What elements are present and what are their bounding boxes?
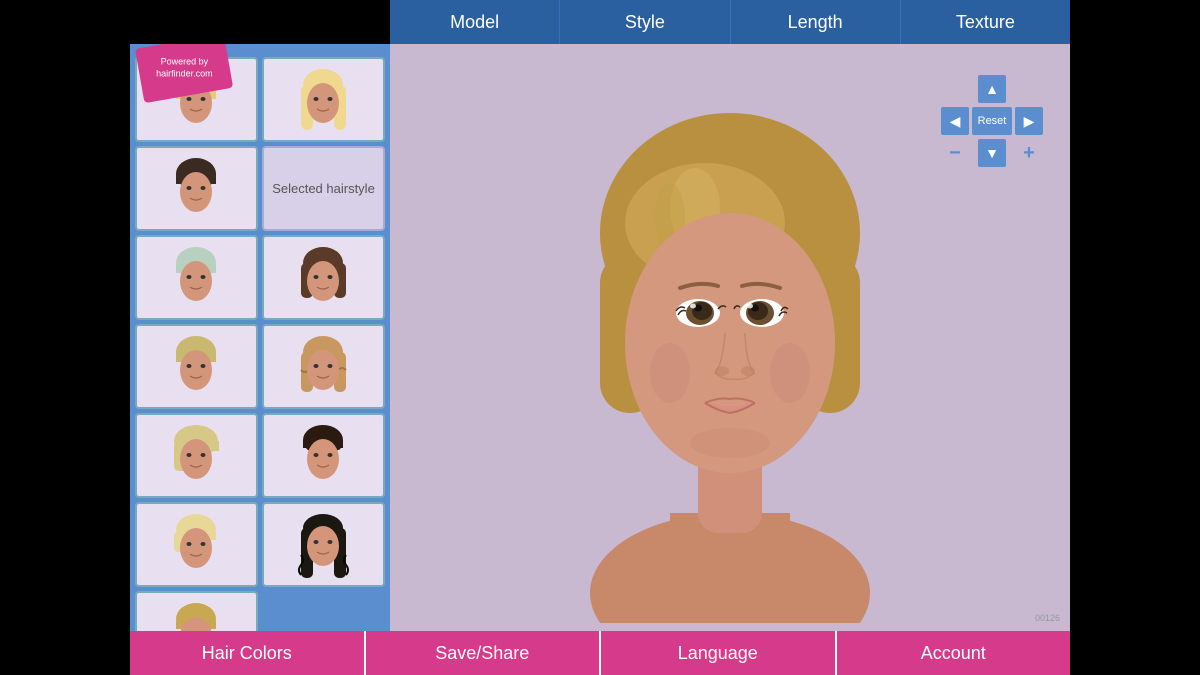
hairstyle-8[interactable] bbox=[262, 324, 385, 409]
hairstyle-grid: Selected hairstyle bbox=[135, 53, 385, 631]
tab-style[interactable]: Style bbox=[560, 0, 730, 44]
hairstyle-7[interactable] bbox=[135, 324, 258, 409]
hairstyle-13[interactable] bbox=[135, 591, 258, 631]
hairstyle-13-preview bbox=[169, 599, 224, 632]
main-content: Powered by hairfinder.com bbox=[130, 44, 1070, 631]
arrow-left-button[interactable]: ◀ bbox=[941, 107, 969, 135]
hairstyle-2-preview bbox=[296, 65, 351, 135]
hairstyle-11-preview bbox=[169, 510, 224, 580]
watermark: 00126 bbox=[1035, 613, 1060, 623]
arrow-up-button[interactable]: ▲ bbox=[978, 75, 1006, 103]
zoom-in-button[interactable]: + bbox=[1015, 139, 1043, 167]
arrow-down-button[interactable]: ▼ bbox=[978, 139, 1006, 167]
hairstyle-3-preview bbox=[169, 154, 224, 224]
hairstyle-2[interactable] bbox=[262, 57, 385, 142]
hairstyle-12[interactable] bbox=[262, 502, 385, 587]
tab-length[interactable]: Length bbox=[731, 0, 901, 44]
hairstyle-5[interactable] bbox=[135, 235, 258, 320]
hairstyle-6[interactable] bbox=[262, 235, 385, 320]
reset-button[interactable]: Reset bbox=[972, 107, 1012, 135]
face-illustration bbox=[540, 53, 920, 623]
main-face-preview bbox=[540, 53, 920, 623]
tab-language[interactable]: Language bbox=[601, 631, 837, 675]
top-nav-spacer bbox=[130, 0, 390, 44]
hairstyle-9[interactable] bbox=[135, 413, 258, 498]
bottom-navigation: Hair Colors Save/Share Language Account bbox=[130, 631, 1070, 675]
preview-area: ▲ ◀ Reset ▶ ▼ − + bbox=[390, 44, 1070, 631]
arrow-right-button[interactable]: ▶ bbox=[1015, 107, 1043, 135]
zoom-out-button[interactable]: − bbox=[941, 139, 969, 167]
tab-model[interactable]: Model bbox=[390, 0, 560, 44]
hairstyle-9-preview bbox=[169, 421, 224, 491]
top-navigation: Model Style Length Texture bbox=[130, 0, 1070, 44]
top-nav-tabs: Model Style Length Texture bbox=[390, 0, 1070, 44]
hairstyle-8-preview bbox=[296, 332, 351, 402]
hairstyle-10-preview bbox=[296, 421, 351, 491]
tab-account[interactable]: Account bbox=[837, 631, 1071, 675]
hairstyle-5-preview bbox=[169, 243, 224, 313]
tab-texture[interactable]: Texture bbox=[901, 0, 1070, 44]
tab-hair-colors[interactable]: Hair Colors bbox=[130, 631, 366, 675]
hairstyle-6-preview bbox=[296, 243, 351, 313]
navigation-arrows: ▲ ◀ Reset ▶ ▼ − + bbox=[940, 74, 1050, 164]
hairstyle-sidebar: Powered by hairfinder.com bbox=[130, 44, 390, 631]
hairstyle-3[interactable] bbox=[135, 146, 258, 231]
tab-save-share[interactable]: Save/Share bbox=[366, 631, 602, 675]
hairstyle-12-preview bbox=[296, 510, 351, 580]
hairstyle-11[interactable] bbox=[135, 502, 258, 587]
hairstyle-7-preview bbox=[169, 332, 224, 402]
hairstyle-10[interactable] bbox=[262, 413, 385, 498]
logo-text: Powered by hairfinder.com bbox=[156, 57, 213, 80]
hairstyle-selected-placeholder[interactable]: Selected hairstyle bbox=[262, 146, 385, 231]
